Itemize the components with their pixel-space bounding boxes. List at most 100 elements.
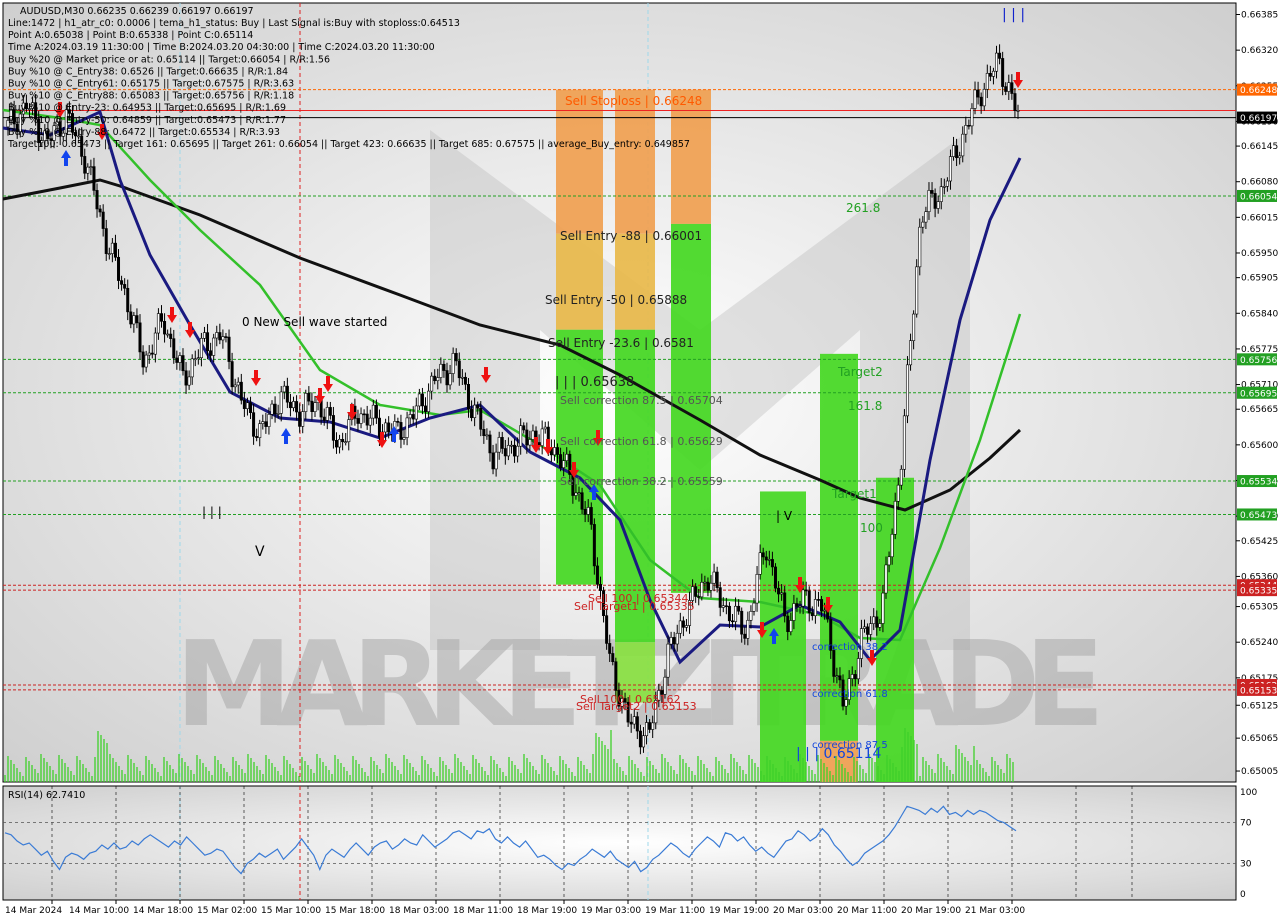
candle-body [126,287,130,313]
fib-zone [671,89,711,224]
candle-body [743,633,747,639]
y-axis-label: 0.66145 [1241,142,1278,152]
chart-annotation: 261.8 [846,201,880,215]
chart-annotation: Sell Entry -88 | 0.66001 [560,229,702,243]
candle-body [104,228,108,254]
candle-body [341,439,345,443]
candle-body [460,376,464,379]
candle-body [169,333,173,339]
candle-body [215,332,219,339]
candle-body [645,722,649,737]
candle-body [202,332,206,339]
candle-body [528,439,532,446]
candle-body [356,418,360,424]
candle-body [641,735,645,748]
candle-body [672,637,676,645]
info-line: Buy %10 @ Entry-50: 0.64859 || Target:0.… [8,115,286,126]
candle-body [921,221,925,228]
info-line: Buy %10 @ Entry-88: 0.6472 || Target:0.6… [8,127,280,138]
candle-body [746,619,750,639]
info-line: Point A:0.65038 | Point B:0.65338 | Poin… [8,30,253,41]
y-axis-label: 0.65305 [1241,603,1278,613]
candle-body [442,363,446,371]
candle-body [786,615,790,632]
candle-body [985,73,989,90]
candle-body [242,399,246,409]
candle-body [239,381,243,401]
candle-body [789,620,793,632]
x-axis-label: 14 Mar 18:00 [133,906,193,916]
x-axis-label: 15 Mar 10:00 [261,906,321,916]
candle-body [150,352,154,355]
fib-zone [615,233,655,330]
candle-body [890,533,894,558]
chart-annotation: 161.8 [848,399,882,413]
candle-body [209,350,213,356]
candle-body [298,411,302,427]
candle-body [792,603,796,621]
candle-body [473,404,477,418]
candle-body [589,507,593,525]
candle-body [488,434,492,454]
candle-body [199,337,203,359]
candle-body [331,415,335,441]
x-axis-label: 19 Mar 19:00 [709,906,769,916]
info-line: Buy %10 @ Entry-23: 0.64953 || Target:0.… [8,103,286,114]
y-axis-label: 0.65600 [1241,441,1278,451]
candle-body [982,88,986,107]
candle-body [816,599,820,601]
candle-body [245,402,249,409]
candle-body [988,73,992,77]
candle-body [1004,86,1008,92]
candle-body [669,637,673,645]
candle-body [285,385,289,403]
candle-body [420,393,424,407]
candle-body [325,407,329,421]
candle-body [95,190,99,210]
y-axis-label: 0.65950 [1241,249,1278,259]
candle-body [138,322,142,353]
candle-body [113,242,117,258]
candle-body [948,156,952,182]
candle-body [608,643,612,654]
chart-annotation: 100 [860,521,883,535]
candle-body [282,385,286,393]
price-tag-label: 0.65534 [1240,478,1277,488]
candle-body [301,411,305,427]
candle-body [961,133,965,157]
fib-zone [760,491,806,782]
y-axis-label: 0.65665 [1241,405,1278,415]
candle-body [629,721,633,725]
info-line: Time A:2024.03.19 11:30:00 | Time B:2024… [7,42,435,53]
candle-body [362,413,366,416]
candle-body [479,407,483,430]
candle-body [261,421,265,424]
candle-body [835,675,839,678]
candle-body [304,392,308,412]
candle-body [559,454,563,469]
x-axis-label: 14 Mar 10:00 [69,906,129,916]
candle-body [598,584,602,591]
candle-body [531,430,535,440]
chart-annotation: Sell Stoploss | 0.66248 [565,94,702,108]
price-tag-label: 0.65473 [1240,511,1277,521]
candle-body [801,589,805,607]
rsi-title: RSI(14) 62.7410 [8,790,85,801]
candle-body [227,336,231,362]
candle-body [153,332,157,355]
candle-body [614,661,618,691]
candle-body [838,675,842,681]
candle-body [869,623,873,635]
candle-body [414,405,418,420]
candle-body [347,419,351,443]
x-axis-label: 18 Mar 11:00 [453,906,513,916]
info-line: Line:1472 | h1_atr_c0: 0.0006 | tema_h1_… [8,18,460,29]
candle-body [466,384,470,410]
candle-body [98,208,102,213]
chart-annotation: Target2 [837,365,883,379]
candle-body [196,357,200,360]
candle-body [295,401,299,413]
candle-body [221,336,225,341]
candle-body [313,402,317,413]
candle-body [580,492,584,510]
